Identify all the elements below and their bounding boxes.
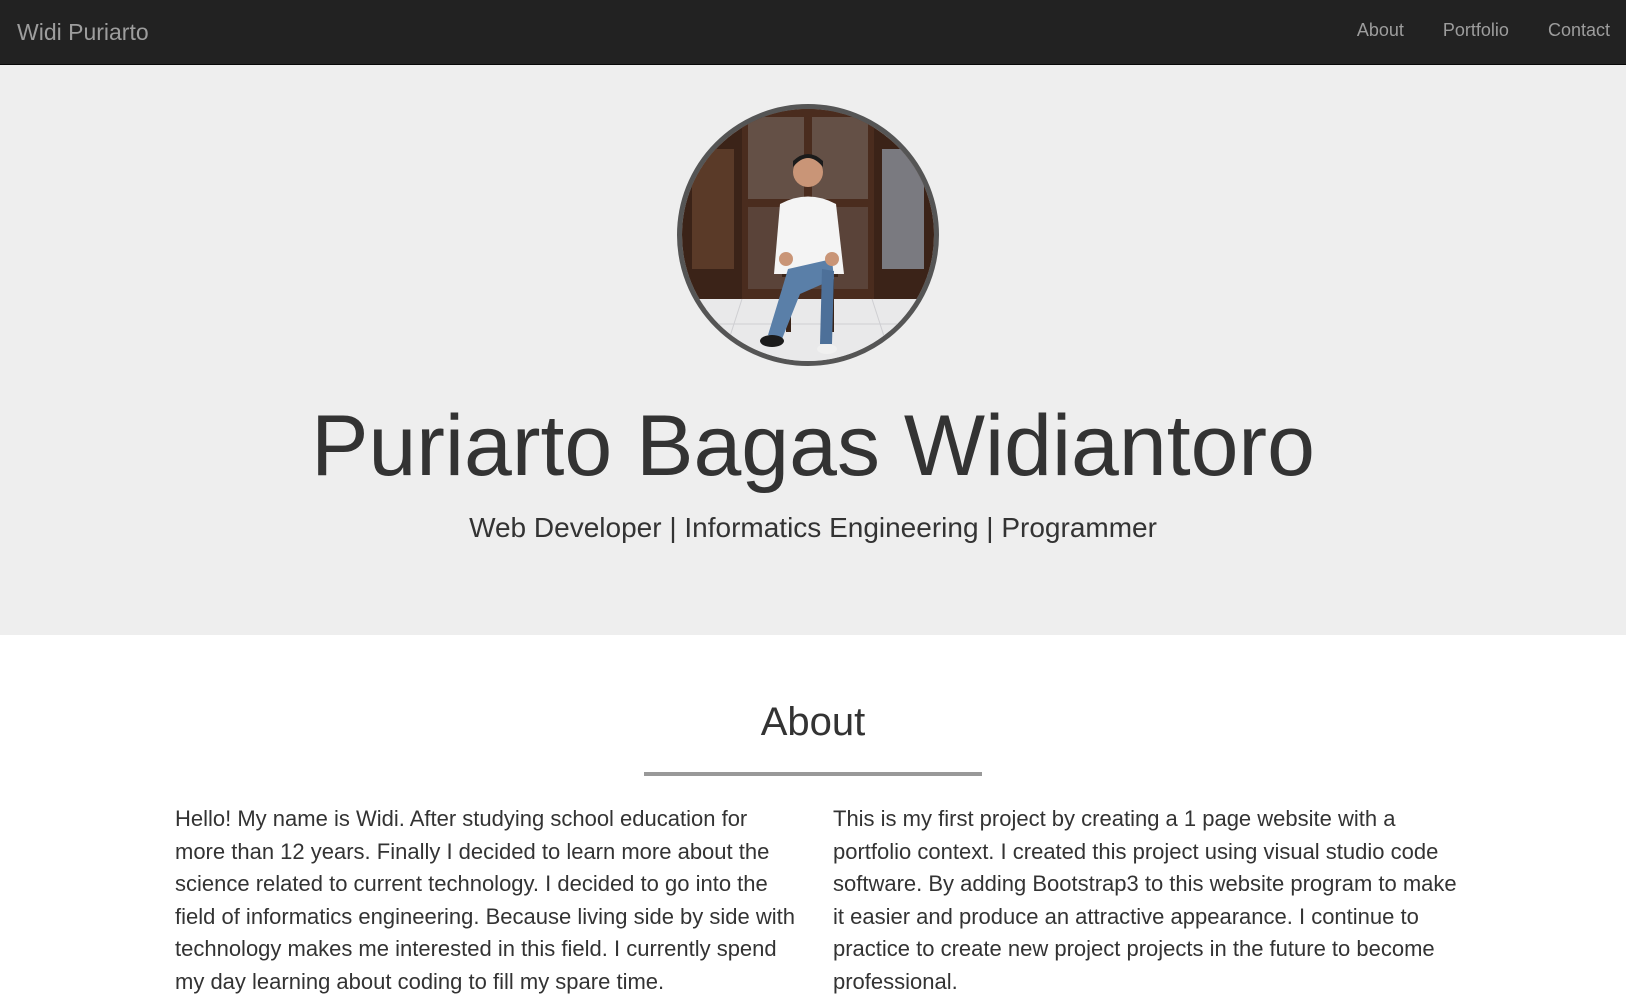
about-text-left: Hello! My name is Widi. After studying s… [175,806,795,994]
hero-name: Puriarto Bagas Widiantoro [311,398,1315,494]
brand-link[interactable]: Widi Puriarto [17,19,149,46]
hero-section: Puriarto Bagas Widiantoro Web Developer … [0,65,1626,635]
hero-subtitle: Web Developer | Informatics Engineering … [469,512,1157,543]
about-title: About [760,700,866,744]
about-text-right: This is my first project by creating a 1… [833,806,1457,994]
nav-link-about[interactable]: About [1357,20,1404,41]
navbar: Widi Puriarto About Portfolio Contact [0,0,1626,65]
nav-links: About Portfolio Contact [1318,20,1610,41]
profile-photo-illustration [682,109,934,361]
about-divider [644,772,982,776]
nav-link-contact[interactable]: Contact [1548,20,1610,41]
profile-photo [677,104,939,366]
nav-link-portfolio[interactable]: Portfolio [1443,20,1509,41]
